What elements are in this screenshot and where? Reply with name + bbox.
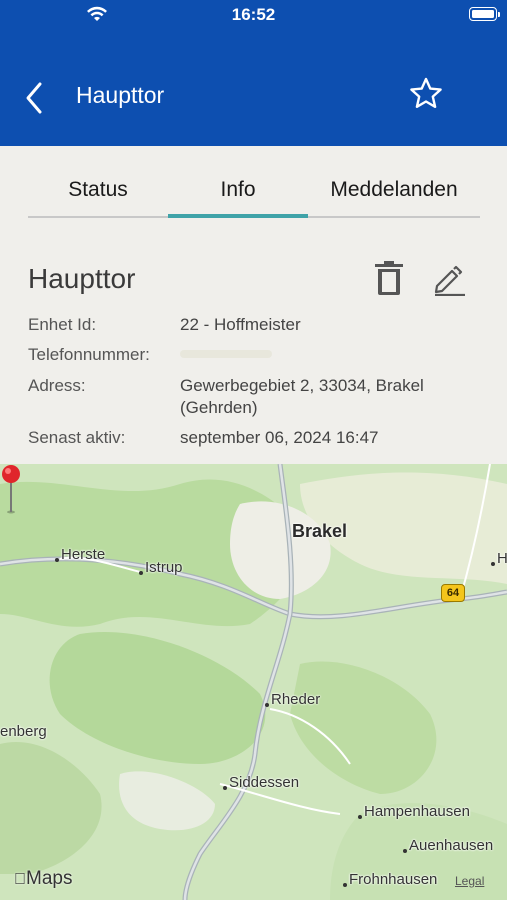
- tab-info[interactable]: Info: [168, 164, 308, 216]
- pencil-icon[interactable]: [432, 262, 466, 296]
- star-outline-icon[interactable]: [408, 76, 444, 112]
- apple-logo-icon: : [14, 871, 26, 888]
- status-bar: 16:52: [0, 0, 507, 30]
- map-place-dot: [403, 849, 407, 853]
- tab-status[interactable]: Status: [28, 164, 168, 216]
- tab-meddelanden[interactable]: Meddelanden: [308, 164, 480, 216]
- map-place-dot: [491, 562, 495, 566]
- battery-icon: [469, 7, 500, 21]
- apple-maps-logo: Maps: [14, 868, 72, 890]
- address-value-line1: Gewerbegebiet 2, 33034, Brakel: [180, 376, 424, 395]
- map-view[interactable]: Brakel Herste Istrup Rheder enberg Sidde…: [0, 464, 507, 900]
- map-place-dot: [358, 815, 362, 819]
- map-label-enberg: enberg: [0, 723, 47, 740]
- map-label-herste: Herste: [61, 546, 106, 563]
- unit-id-value: 22 - Hoffmeister: [180, 315, 301, 334]
- map-label-brakel: Brakel: [292, 521, 348, 541]
- navigation-bar: Haupttor: [0, 30, 507, 146]
- legal-link[interactable]: Legal: [455, 874, 484, 888]
- address-value-line2: (Gehrden): [180, 398, 258, 417]
- unit-id-label: Enhet Id:: [28, 315, 97, 334]
- map-place-dot: [343, 883, 347, 887]
- page-title: Haupttor: [76, 82, 165, 108]
- map-background: [0, 464, 507, 900]
- device-title: Haupttor: [28, 263, 136, 294]
- phone-label: Telefonnummer:: [28, 345, 150, 364]
- map-place-dot: [265, 703, 269, 707]
- map-label-hampenhausen: Hampenhausen: [364, 803, 470, 820]
- maps-brand-label: Maps: [14, 868, 72, 889]
- address-label: Adress:: [28, 376, 86, 395]
- map-pin-icon[interactable]: [0, 464, 22, 514]
- last-active-label: Senast aktiv:: [28, 428, 126, 447]
- map-label-auenhausen: Auenhausen: [409, 837, 494, 854]
- trash-icon[interactable]: [374, 260, 404, 296]
- map-label-frohnhausen: Frohnhausen: [349, 871, 438, 888]
- map-label-istrup: Istrup: [145, 559, 183, 576]
- map-place-dot: [55, 558, 59, 562]
- map-label-siddessen: Siddessen: [229, 774, 300, 791]
- chevron-left-icon[interactable]: [22, 80, 48, 116]
- map-label-h: H: [497, 550, 507, 567]
- route-shield-64: 64: [441, 584, 465, 602]
- map-label-rheder: Rheder: [271, 691, 321, 708]
- map-place-dot: [223, 786, 227, 790]
- map-place-dot: [139, 571, 143, 575]
- tab-bar: Status Info Meddelanden: [28, 164, 480, 220]
- tab-active-indicator: [168, 214, 308, 218]
- phone-redacted: [180, 350, 272, 358]
- status-time: 16:52: [231, 5, 276, 24]
- last-active-value: september 06, 2024 16:47: [180, 428, 379, 447]
